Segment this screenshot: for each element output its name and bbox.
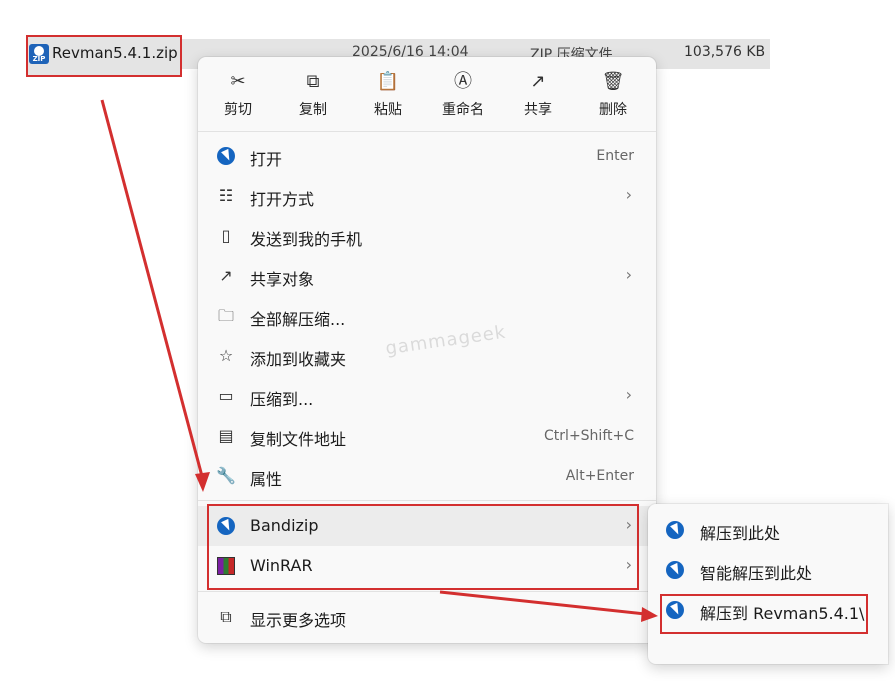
menu-item-winrar[interactable]: WinRAR › (198, 546, 656, 586)
menu-item-send-to-phone[interactable]: ▯ 发送到我的手机 (198, 216, 656, 256)
submenu-item-extract-here[interactable]: 解压到此处 (648, 511, 888, 551)
cut-button[interactable]: ✂ 剪切 (208, 69, 268, 119)
arrow-line-to-bandizip (100, 99, 205, 481)
menu-divider (198, 500, 656, 501)
menu-item-open-with[interactable]: ☷ 打开方式 › (198, 176, 656, 216)
chevron-right-icon: › (625, 185, 632, 204)
more-options-icon: ⧉ (220, 607, 232, 626)
menu-item-extract-all[interactable]: 🗀 全部解压缩... (198, 296, 656, 336)
file-size: 103,576 KB (684, 44, 766, 60)
wrench-icon: 🔧 (216, 466, 236, 485)
bandizip-icon (666, 561, 684, 579)
menu-item-bandizip[interactable]: Bandizip › (198, 506, 656, 546)
chevron-right-icon: › (625, 265, 632, 284)
share-button[interactable]: ↗ 共享 (508, 69, 568, 119)
copy-icon: ⧉ (306, 71, 320, 92)
rename-icon: Ⓐ (454, 71, 472, 92)
menu-item-properties[interactable]: 🔧 属性 Alt+Enter (198, 456, 656, 496)
winrar-icon (217, 557, 235, 575)
quick-actions-bar: ✂ 剪切 ⧉ 复制 📋 粘贴 Ⓐ 重命名 ↗ 共享 🗑 删除 (198, 69, 656, 129)
menu-item-compress-to[interactable]: ▭ 压缩到... › (198, 376, 656, 416)
trash-icon: 🗑 (601, 71, 625, 92)
menu-divider (198, 591, 656, 592)
bandizip-icon (217, 517, 235, 535)
scissors-icon: ✂ (230, 71, 246, 92)
menu-item-show-more-options[interactable]: ⧉ 显示更多选项 (198, 597, 656, 637)
zip-archive-icon: ZIP (29, 44, 49, 64)
chevron-right-icon: › (625, 515, 632, 534)
menu-item-share-with[interactable]: ↗ 共享对象 › (198, 256, 656, 296)
bandizip-icon (217, 147, 235, 165)
paste-icon: 📋 (376, 71, 400, 92)
copy-button[interactable]: ⧉ 复制 (283, 69, 343, 119)
bandizip-submenu: 解压到此处 智能解压到此处 解压到 Revman5.4.1\ (648, 504, 888, 664)
copy-path-icon: ▤ (218, 426, 234, 445)
menu-item-open[interactable]: 打开 Enter (198, 136, 656, 176)
rename-button[interactable]: Ⓐ 重命名 (433, 69, 493, 119)
bandizip-icon (666, 601, 684, 619)
share-icon: ↗ (530, 71, 546, 92)
file-name[interactable]: Revman5.4.1.zip (52, 44, 178, 62)
phone-icon: ▯ (221, 226, 231, 245)
bandizip-icon (666, 521, 684, 539)
submenu-item-smart-extract[interactable]: 智能解压到此处 (648, 551, 888, 591)
star-icon: ☆ (218, 346, 234, 365)
menu-item-copy-path[interactable]: ▤ 复制文件地址 Ctrl+Shift+C (198, 416, 656, 456)
submenu-item-extract-to-folder[interactable]: 解压到 Revman5.4.1\ (648, 591, 888, 631)
compress-icon: ▭ (218, 386, 234, 405)
menu-divider (198, 131, 656, 132)
delete-button[interactable]: 🗑 删除 (583, 69, 643, 119)
paste-button[interactable]: 📋 粘贴 (358, 69, 418, 119)
open-with-icon: ☷ (218, 186, 234, 205)
share-icon: ↗ (219, 266, 233, 285)
chevron-right-icon: › (625, 555, 632, 574)
chevron-right-icon: › (625, 385, 632, 404)
extract-folder-icon: 🗀 (217, 306, 234, 325)
